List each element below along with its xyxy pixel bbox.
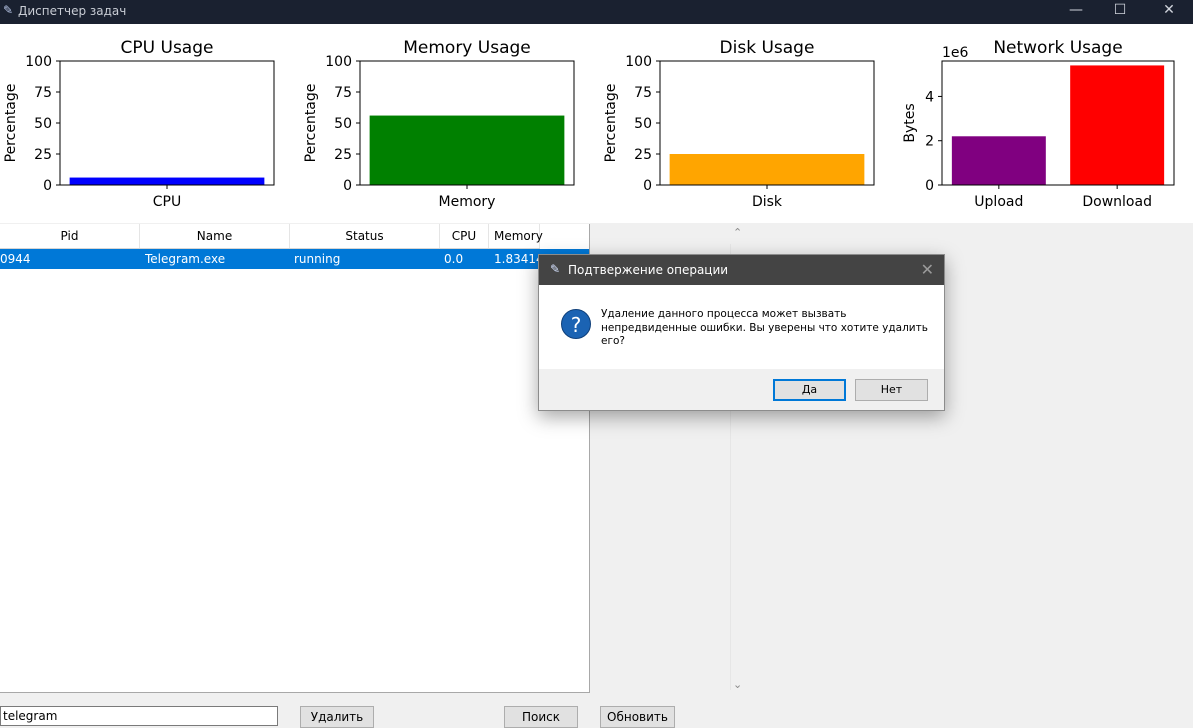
x-tick-label: Disk xyxy=(752,194,783,210)
bar-upload xyxy=(951,136,1046,185)
window-title: Диспетчер задач xyxy=(18,4,127,18)
dialog-body: ? Удаление данного процесса может вызват… xyxy=(539,285,944,369)
column-header-memory[interactable]: Memory xyxy=(489,224,543,248)
table-row[interactable]: 0944 Telegram.exe running 0.0 1.834142 xyxy=(0,249,589,269)
bar-disk xyxy=(669,154,865,185)
y-tick-label: 100 xyxy=(25,54,52,70)
y-tick-label: 75 xyxy=(334,85,352,101)
y-tick-label: 75 xyxy=(634,85,652,101)
chart-title: CPU Usage xyxy=(121,38,214,58)
charts-panel: CPU Usage Percentage 0 25 50 75 100 CPU Memory U… xyxy=(0,24,1193,223)
y-tick-label: 4 xyxy=(925,89,934,105)
y-tick-label: 50 xyxy=(634,116,652,132)
process-table[interactable]: Pid Name Status CPU Memory 0944 Telegram… xyxy=(0,224,590,693)
y-axis-label: Percentage xyxy=(3,84,19,163)
cell-name: Telegram.exe xyxy=(145,252,226,266)
table-header: Pid Name Status CPU Memory xyxy=(0,224,543,249)
y-tick-label: 0 xyxy=(643,178,652,194)
maximize-button[interactable]: ☐ xyxy=(1097,0,1143,24)
y-tick-label: 50 xyxy=(334,116,352,132)
yes-button[interactable]: Да xyxy=(773,379,846,401)
y-tick-label: 50 xyxy=(34,116,52,132)
dialog-message: Удаление данного процесса может вызвать … xyxy=(601,308,928,347)
no-button[interactable]: Нет xyxy=(855,379,928,401)
minimize-button[interactable]: — xyxy=(1053,0,1099,24)
question-icon: ? xyxy=(561,309,591,339)
feather-icon: ✎ xyxy=(3,3,14,17)
y-axis-label: Bytes xyxy=(902,103,918,142)
chart-title: Memory Usage xyxy=(403,38,531,58)
y-axis-label: Percentage xyxy=(603,84,619,163)
bar-download xyxy=(1070,65,1165,185)
cell-status: running xyxy=(294,252,341,266)
x-tick-label: Upload xyxy=(974,194,1023,210)
close-button[interactable]: ✕ xyxy=(1146,0,1192,24)
cell-memory: 1.834142 xyxy=(494,252,542,266)
delete-button[interactable]: Удалить xyxy=(300,706,374,728)
scroll-up-icon[interactable]: ⌃ xyxy=(733,226,742,239)
cell-pid: 0944 xyxy=(0,252,31,266)
x-tick-label: Download xyxy=(1082,194,1152,210)
y-tick-label: 2 xyxy=(925,134,934,150)
column-header-cpu[interactable]: CPU xyxy=(440,224,489,248)
usage-charts: CPU Usage Percentage 0 25 50 75 100 CPU Memory U… xyxy=(3,38,1175,210)
search-input[interactable] xyxy=(0,706,278,726)
y-tick-label: 100 xyxy=(625,54,652,70)
plot-frame xyxy=(59,60,275,186)
title-bar: ✎ Диспетчер задач — ☐ ✕ xyxy=(0,0,1193,24)
confirm-dialog: ✎ Подтвержение операции ✕ ? Удаление дан… xyxy=(538,254,945,411)
dialog-close-icon[interactable]: ✕ xyxy=(921,260,934,279)
y-tick-label: 25 xyxy=(334,147,352,163)
y-tick-label: 0 xyxy=(343,178,352,194)
dialog-title-bar: ✎ Подтвержение операции ✕ xyxy=(539,255,944,285)
column-header-status[interactable]: Status xyxy=(290,224,440,248)
axis-scale-label: 1e6 xyxy=(942,45,969,61)
y-tick-label: 0 xyxy=(43,178,52,194)
search-button[interactable]: Поиск xyxy=(504,706,578,728)
bar-memory xyxy=(369,115,565,185)
x-tick-label: Memory xyxy=(439,194,496,210)
dialog-title: Подтвержение операции xyxy=(568,263,729,277)
y-tick-label: 0 xyxy=(925,178,934,194)
x-tick-label: CPU xyxy=(153,194,181,210)
y-tick-label: 100 xyxy=(325,54,352,70)
y-tick-label: 25 xyxy=(34,147,52,163)
y-tick-label: 25 xyxy=(634,147,652,163)
bar-cpu xyxy=(69,177,265,185)
scroll-down-icon[interactable]: ⌄ xyxy=(733,678,742,691)
chart-title: Disk Usage xyxy=(720,38,815,58)
refresh-button[interactable]: Обновить xyxy=(600,706,675,728)
chart-title: Network Usage xyxy=(993,38,1122,58)
cell-cpu: 0.0 xyxy=(444,252,464,266)
y-axis-label: Percentage xyxy=(303,84,319,163)
column-header-name[interactable]: Name xyxy=(140,224,290,248)
y-tick-label: 75 xyxy=(34,85,52,101)
column-header-pid[interactable]: Pid xyxy=(0,224,140,248)
feather-icon: ✎ xyxy=(550,262,561,276)
